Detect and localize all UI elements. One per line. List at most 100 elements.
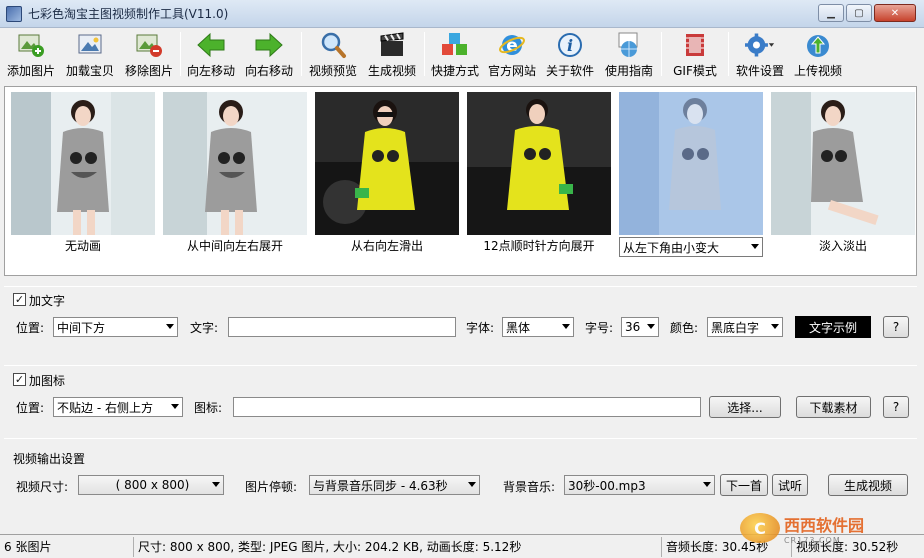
info-icon: i	[555, 30, 585, 60]
text-content-input[interactable]	[228, 317, 456, 337]
toolbar-settings-button[interactable]: 软件设置	[731, 28, 789, 80]
magnifier-icon	[318, 30, 348, 60]
animation-select[interactable]: 从左下角由小变大	[619, 237, 763, 257]
text-sample-button[interactable]: 文字示例	[795, 316, 871, 338]
image-pause-select[interactable]: 与背景音乐同步 - 4.63秒	[309, 475, 480, 495]
add-text-label: 加文字	[29, 294, 66, 308]
remove-image-icon	[134, 30, 164, 60]
text-color-label: 颜色:	[670, 321, 699, 335]
close-button[interactable]: ✕	[874, 4, 916, 22]
chevron-down-icon	[647, 324, 655, 329]
chevron-down-icon	[171, 404, 179, 409]
toolbar-separator	[424, 32, 425, 76]
thumbnail-image[interactable]	[467, 92, 611, 235]
toolbar-preview-button[interactable]: 视频预览	[304, 28, 362, 80]
font-label: 字体:	[466, 321, 495, 335]
toolbar-separator	[180, 32, 181, 76]
watermark-sub-text: CR173.COM	[784, 535, 841, 545]
toolbar-separator	[661, 32, 662, 76]
next-track-button[interactable]: 下一首	[720, 474, 768, 496]
app-icon	[6, 5, 22, 22]
thumbnail-caption: 无动画	[64, 239, 101, 253]
text-help-button[interactable]: ?	[883, 316, 909, 338]
toolbar-remove-image-button[interactable]: 移除图片	[120, 28, 178, 80]
font-select[interactable]: 黑体	[502, 317, 574, 337]
download-assets-button[interactable]: 下载素材	[796, 396, 871, 418]
load-product-icon	[75, 30, 105, 60]
add-icon-label: 加图标	[29, 374, 66, 388]
bg-music-select[interactable]: 30秒-00.mp3	[564, 475, 715, 495]
thumbnail-caption: 淡入淡出	[818, 239, 867, 253]
image-pause-label: 图片停顿:	[245, 480, 298, 494]
status-image-info: 尺寸: 800 x 800, 类型: JPEG 图片, 大小: 204.2 KB…	[134, 536, 662, 557]
svg-text:i: i	[567, 36, 573, 55]
watermark-main-text: 西西软件园	[784, 515, 865, 535]
chevron-down-icon	[166, 324, 174, 329]
text-content-label: 文字:	[190, 321, 219, 335]
site-watermark: C 西西软件园 CR173.COM	[740, 510, 910, 546]
toolbar-move-right-button[interactable]: 向右移动	[239, 28, 299, 80]
icon-position-select[interactable]: 不贴边 - 右侧上方	[53, 397, 183, 417]
toolbar: 添加图片 加载宝贝 移除图片 向左移动 向右移动 视频预览 生成视频 快捷方式 …	[0, 28, 924, 82]
chevron-down-icon	[703, 482, 711, 487]
thumbnail-image[interactable]	[163, 92, 307, 235]
text-position-label: 位置:	[16, 321, 45, 335]
title-bar: 七彩色淘宝主图视频制作工具(V11.0) ▁ ▢ ✕	[0, 0, 924, 28]
ie-icon: e	[497, 30, 527, 60]
arrow-left-icon	[196, 30, 226, 60]
icon-path-label: 图标:	[194, 401, 223, 415]
add-text-checkbox[interactable]: ✓	[13, 293, 26, 306]
thumbnail-image[interactable]	[619, 92, 763, 235]
toolbar-gif-mode-button[interactable]: GIF模式	[664, 28, 726, 80]
thumbnail-image[interactable]	[11, 92, 155, 235]
icon-help-button[interactable]: ?	[883, 396, 909, 418]
output-settings-title: 视频输出设置	[13, 452, 86, 466]
chevron-down-icon	[562, 324, 570, 329]
arrow-right-icon	[254, 30, 284, 60]
cubes-icon	[440, 30, 470, 60]
toolbar-move-left-button[interactable]: 向左移动	[183, 28, 239, 80]
chevron-down-icon	[771, 324, 779, 329]
chevron-down-icon	[751, 244, 759, 249]
text-color-select[interactable]: 黑底白字	[707, 317, 783, 337]
divider	[4, 438, 917, 439]
window-title: 七彩色淘宝主图视频制作工具(V11.0)	[28, 7, 229, 21]
add-image-icon	[16, 30, 46, 60]
icon-path-input[interactable]	[233, 397, 701, 417]
toolbar-guide-button[interactable]: 使用指南	[599, 28, 659, 80]
listen-button[interactable]: 试听	[772, 474, 808, 496]
thumbnail-caption: 从中间向左右展开	[186, 239, 283, 253]
font-size-select[interactable]: 36	[621, 317, 659, 337]
bg-music-label: 背景音乐:	[503, 480, 556, 494]
gif-film-icon	[680, 30, 710, 60]
upload-globe-icon	[803, 30, 833, 60]
thumbnail-caption: 从右向左滑出	[350, 239, 423, 253]
maximize-button[interactable]: ▢	[846, 4, 872, 22]
thumbnail-image[interactable]	[771, 92, 915, 235]
divider	[4, 365, 917, 366]
generate-video-button[interactable]: 生成视频	[828, 474, 908, 496]
toolbar-load-product-button[interactable]: 加载宝贝	[60, 28, 120, 80]
video-size-select[interactable]: ( 800 x 800)	[78, 475, 224, 495]
video-size-label: 视频尺寸:	[16, 480, 69, 494]
thumbnail-image[interactable]	[315, 92, 459, 235]
toolbar-about-button[interactable]: i 关于软件	[541, 28, 599, 80]
image-list-panel[interactable]: 无动画 从中间向左右展开 从右向左滑出 12点顺时针方向展开 从左下角由小变大 …	[4, 86, 917, 276]
toolbar-separator	[728, 32, 729, 76]
watermark-logo-icon: C	[740, 513, 780, 543]
gear-icon	[745, 30, 775, 60]
choose-icon-button[interactable]: 选择...	[709, 396, 781, 418]
font-size-label: 字号:	[585, 321, 614, 335]
toolbar-website-button[interactable]: e 官方网站	[483, 28, 541, 80]
toolbar-add-image-button[interactable]: 添加图片	[2, 28, 60, 80]
toolbar-upload-video-button[interactable]: 上传视频	[789, 28, 847, 80]
toolbar-generate-video-button[interactable]: 生成视频	[362, 28, 422, 80]
minimize-button[interactable]: ▁	[818, 4, 844, 22]
clapperboard-icon	[377, 30, 407, 60]
chevron-down-icon	[212, 482, 220, 487]
toolbar-shortcut-button[interactable]: 快捷方式	[427, 28, 483, 80]
add-icon-checkbox[interactable]: ✓	[13, 373, 26, 386]
icon-position-label: 位置:	[16, 401, 45, 415]
thumbnail-caption: 12点顺时针方向展开	[483, 239, 595, 253]
text-position-select[interactable]: 中间下方	[53, 317, 178, 337]
